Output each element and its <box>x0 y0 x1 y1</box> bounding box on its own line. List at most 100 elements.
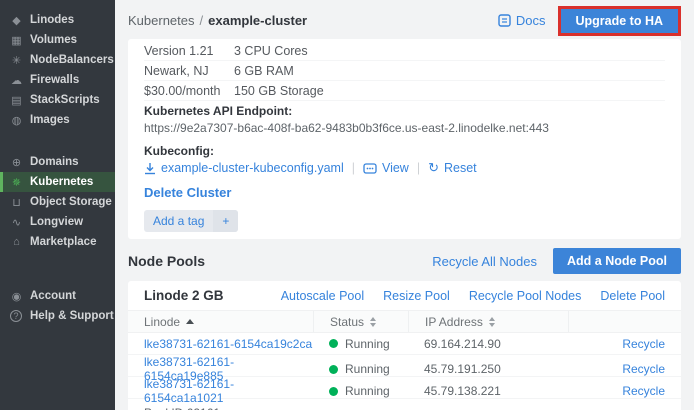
recycle-node-link[interactable]: Recycle <box>622 384 665 398</box>
resize-pool-link[interactable]: Resize Pool <box>383 289 450 303</box>
cluster-region: Newark, NJ <box>144 64 234 78</box>
table-row: lke38731-62161-6154ca1a1021 Running 45.7… <box>128 377 681 399</box>
kubeconfig-reset-link[interactable]: ↻ Reset <box>428 161 477 175</box>
cluster-ram: 6 GB RAM <box>234 64 294 78</box>
recycle-node-link[interactable]: Recycle <box>622 337 665 351</box>
divider: | <box>417 161 420 175</box>
sidebar-item-account[interactable]: ◉ Account <box>0 286 115 306</box>
kubernetes-icon: ✵ <box>9 176 24 189</box>
sidebar-divider <box>0 252 115 286</box>
add-tag-label: Add a tag <box>144 210 213 232</box>
docs-link[interactable]: Docs <box>498 13 546 28</box>
column-label: IP Address <box>425 315 483 329</box>
sidebar-item-stackscripts[interactable]: ▤ StackScripts <box>0 90 115 110</box>
breadcrumb-root[interactable]: Kubernetes <box>128 13 195 28</box>
sidebar-item-marketplace[interactable]: ⌂ Marketplace <box>0 232 115 252</box>
sidebar-item-nodebalancers[interactable]: ✳ NodeBalancers <box>0 50 115 70</box>
breadcrumb: Kubernetes/example-cluster <box>128 13 307 28</box>
kubeconfig-actions: example-cluster-kubeconfig.yaml | View |… <box>144 161 665 175</box>
add-tag-chip[interactable]: Add a tag + <box>144 210 238 232</box>
kubeconfig-view-link[interactable]: View <box>363 161 409 175</box>
docs-icon <box>498 14 511 27</box>
domains-icon: ⊕ <box>9 156 24 169</box>
reset-label: Reset <box>444 161 477 175</box>
sidebar-item-label: StackScripts <box>30 94 100 106</box>
column-label: Status <box>330 315 364 329</box>
kubeconfig-filename: example-cluster-kubeconfig.yaml <box>161 161 344 175</box>
sidebar-item-firewalls[interactable]: ☁ Firewalls <box>0 70 115 90</box>
delete-cluster-link[interactable]: Delete Cluster <box>144 185 231 200</box>
recycle-pool-nodes-link[interactable]: Recycle Pool Nodes <box>469 289 582 303</box>
volumes-icon: ▦ <box>9 34 24 47</box>
sidebar-item-label: Kubernetes <box>30 176 93 188</box>
sidebar-item-linodes[interactable]: ◆ Linodes <box>0 10 115 30</box>
column-header-status[interactable]: Status <box>313 311 408 332</box>
status-text: Running <box>345 337 390 351</box>
sort-icon <box>489 317 495 327</box>
pool-actions: Autoscale Pool Resize Pool Recycle Pool … <box>281 289 665 303</box>
sort-ascending-icon <box>186 319 194 324</box>
recycle-node-link[interactable]: Recycle <box>622 362 665 376</box>
table-row: lke38731-62161-6154ca19c2ca Running 69.1… <box>128 333 681 355</box>
marketplace-icon: ⌂ <box>9 236 24 248</box>
sidebar-item-kubernetes[interactable]: ✵ Kubernetes <box>0 172 115 192</box>
node-ip: 45.79.138.221 <box>408 384 568 398</box>
add-node-pool-button[interactable]: Add a Node Pool <box>553 248 681 274</box>
view-label: View <box>382 161 409 175</box>
table-row: lke38731-62161-6154ca19e885 Running 45.7… <box>128 355 681 377</box>
node-ip: 45.79.191.250 <box>408 362 568 376</box>
autoscale-pool-link[interactable]: Autoscale Pool <box>281 289 364 303</box>
status-running-icon <box>329 339 338 348</box>
header-actions: Docs Upgrade to HA <box>498 6 681 36</box>
sidebar-item-label: NodeBalancers <box>30 54 114 66</box>
app-window: ◆ Linodes ▦ Volumes ✳ NodeBalancers ☁ Fi… <box>0 0 694 410</box>
sidebar-item-help-support[interactable]: ? Help & Support <box>0 306 115 326</box>
firewalls-icon: ☁ <box>9 74 24 87</box>
sidebar-item-label: Firewalls <box>30 74 79 86</box>
sidebar-item-label: Help & Support <box>30 310 114 322</box>
stackscripts-icon: ▤ <box>9 94 24 107</box>
sidebar-item-label: Marketplace <box>30 236 96 248</box>
node-pools-title: Node Pools <box>128 253 205 269</box>
node-name-link[interactable]: lke38731-62161-6154ca1a1021 <box>144 377 234 405</box>
spec-row: Newark, NJ 6 GB RAM <box>144 61 665 81</box>
sidebar-item-label: Longview <box>30 216 83 228</box>
plus-icon: + <box>213 210 238 232</box>
spec-row: Version 1.21 3 CPU Cores <box>144 41 665 61</box>
delete-pool-link[interactable]: Delete Pool <box>600 289 665 303</box>
sidebar-item-label: Images <box>30 114 70 126</box>
annotation-highlight: Upgrade to HA <box>558 6 682 36</box>
node-pool-card: Linode 2 GB Autoscale Pool Resize Pool R… <box>128 281 681 410</box>
sidebar-item-images[interactable]: ◍ Images <box>0 110 115 130</box>
breadcrumb-separator: / <box>200 13 204 28</box>
help-icon: ? <box>10 310 22 322</box>
column-header-linode[interactable]: Linode <box>128 311 313 332</box>
pool-header: Linode 2 GB Autoscale Pool Resize Pool R… <box>128 281 681 310</box>
cluster-summary-card: Version 1.21 3 CPU Cores Newark, NJ 6 GB… <box>128 39 681 239</box>
sidebar-item-object-storage[interactable]: ⊔ Object Storage <box>0 192 115 212</box>
cluster-price: $30.00/month <box>144 84 234 98</box>
longview-icon: ∿ <box>9 216 24 229</box>
upgrade-to-ha-button[interactable]: Upgrade to HA <box>561 9 679 33</box>
column-header-ip-address[interactable]: IP Address <box>408 311 568 332</box>
api-endpoint-label: Kubernetes API Endpoint: <box>144 104 665 118</box>
recycle-all-nodes-link[interactable]: Recycle All Nodes <box>432 254 537 269</box>
sidebar-item-volumes[interactable]: ▦ Volumes <box>0 30 115 50</box>
api-endpoint-url: https://9e2a7307-b6ac-408f-ba62-9483b0b3… <box>144 121 665 135</box>
linodes-icon: ◆ <box>9 14 24 27</box>
sidebar-item-domains[interactable]: ⊕ Domains <box>0 152 115 172</box>
divider: | <box>352 161 355 175</box>
object-storage-icon: ⊔ <box>9 196 24 209</box>
sidebar-item-longview[interactable]: ∿ Longview <box>0 212 115 232</box>
sidebar-item-label: Account <box>30 290 76 302</box>
node-pools-actions: Recycle All Nodes Add a Node Pool <box>432 248 681 274</box>
sidebar-item-label: Domains <box>30 156 79 168</box>
node-name-link[interactable]: lke38731-62161-6154ca19c2ca <box>144 337 312 351</box>
sidebar: ◆ Linodes ▦ Volumes ✳ NodeBalancers ☁ Fi… <box>0 0 115 410</box>
main-content: Kubernetes/example-cluster Docs Upgrade … <box>115 0 694 410</box>
nodebalancers-icon: ✳ <box>9 54 24 67</box>
kubeconfig-download-link[interactable]: example-cluster-kubeconfig.yaml <box>144 161 344 175</box>
sidebar-item-label: Object Storage <box>30 196 112 208</box>
reset-icon: ↻ <box>428 162 439 174</box>
account-icon: ◉ <box>9 290 24 303</box>
